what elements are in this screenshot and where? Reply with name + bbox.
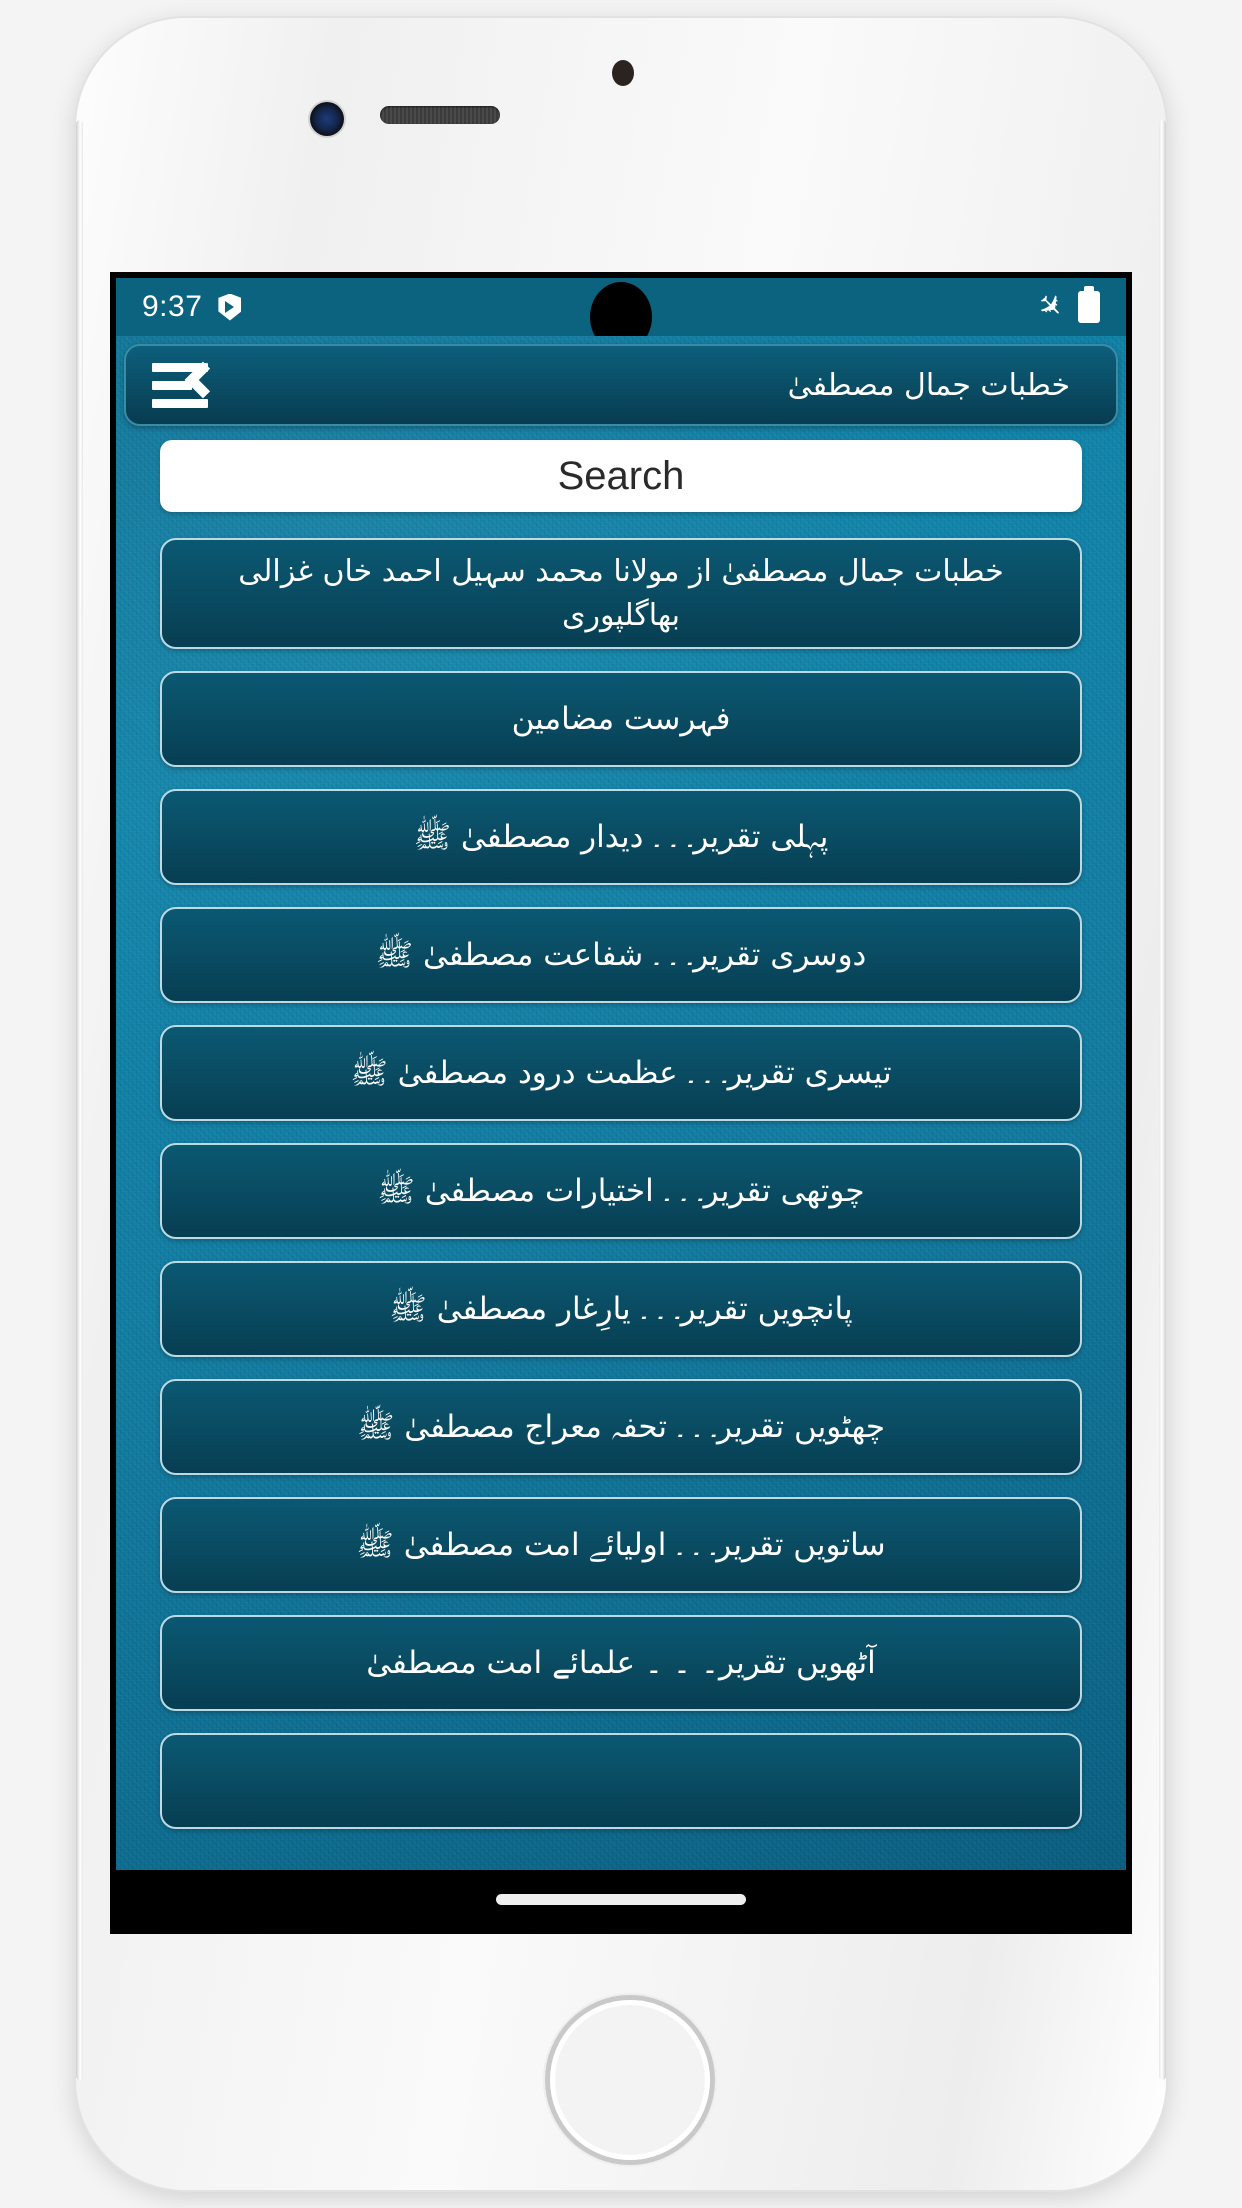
list-item-label: خطبات جمال مصطفیٰ از مولانا محمد سہیل اح…	[238, 554, 1004, 633]
list-item[interactable]: خطبات جمال مصطفیٰ از مولانا محمد سہیل اح…	[160, 538, 1082, 649]
home-gesture-pill[interactable]	[496, 1893, 746, 1905]
drawer-menu-open-icon[interactable]	[152, 361, 222, 409]
list-item-label: آٹھویں تقریر۔ ۔ ۔ علمائے امت مصطفیٰ	[366, 1644, 876, 1681]
status-bar-time: 9:37	[142, 290, 203, 323]
airplane-mode-icon: ✈	[1029, 286, 1071, 328]
phone-screen: 9:37 ✈ خطبات جمال مصطفیٰ Search خطبات جم…	[110, 272, 1132, 1934]
phone-right-edge	[1159, 120, 1166, 2080]
list-item-label: پانچویں تقریر۔ ۔ ۔ یارِغار مصطفیٰ ﷺ	[389, 1290, 853, 1327]
app-bar: خطبات جمال مصطفیٰ	[124, 344, 1118, 426]
list-item-label: ساتویں تقریر۔ ۔ ۔ اولیائے امت مصطفیٰ ﷺ	[356, 1526, 886, 1563]
list-item-label: چوتھی تقریر۔ ۔ ۔ اختیارات مصطفیٰ ﷺ	[377, 1172, 865, 1209]
list-item[interactable]: چوتھی تقریر۔ ۔ ۔ اختیارات مصطفیٰ ﷺ	[160, 1143, 1082, 1239]
list-item[interactable]: پانچویں تقریر۔ ۔ ۔ یارِغار مصطفیٰ ﷺ	[160, 1261, 1082, 1357]
list-item[interactable]: آٹھویں تقریر۔ ۔ ۔ علمائے امت مصطفیٰ	[160, 1615, 1082, 1711]
screenshot-stage: 9:37 ✈ خطبات جمال مصطفیٰ Search خطبات جم…	[0, 0, 1242, 2208]
list-item[interactable]: تیسری تقریر۔ ۔ ۔ عظمت درود مصطفیٰ ﷺ	[160, 1025, 1082, 1121]
battery-full-icon	[1078, 286, 1100, 323]
list-item[interactable]: دوسری تقریر۔ ۔ ۔ شفاعت مصطفیٰ ﷺ	[160, 907, 1082, 1003]
list-item-label: تیسری تقریر۔ ۔ ۔ عظمت درود مصطفیٰ ﷺ	[350, 1054, 892, 1091]
earpiece-speaker-icon	[380, 106, 500, 124]
list-item[interactable]: چھٹویں تقریر۔ ۔ ۔ تحفہ معراج مصطفیٰ ﷺ	[160, 1379, 1082, 1475]
proximity-sensor-icon	[612, 60, 634, 86]
list-item[interactable]: پہلی تقریر۔ ۔ ۔ دیدار مصطفیٰ ﷺ	[160, 789, 1082, 885]
phone-left-edge	[76, 120, 83, 2080]
page-title: خطبات جمال مصطفیٰ	[787, 367, 1070, 403]
search-input[interactable]	[160, 440, 1082, 512]
shield-play-icon	[218, 293, 242, 321]
status-bar: 9:37 ✈	[116, 278, 1126, 352]
list-item-label: پہلی تقریر۔ ۔ ۔ دیدار مصطفیٰ ﷺ	[413, 818, 829, 855]
list-item-partial[interactable]	[160, 1733, 1082, 1829]
list-item[interactable]: فہرست مضامین	[160, 671, 1082, 767]
list-item-label: چھٹویں تقریر۔ ۔ ۔ تحفہ معراج مصطفیٰ ﷺ	[356, 1408, 886, 1445]
system-navigation-bar	[116, 1870, 1126, 1928]
content-scroll-area[interactable]: خطبات جمال مصطفیٰ از مولانا محمد سہیل اح…	[116, 426, 1126, 1870]
list-item[interactable]: ساتویں تقریر۔ ۔ ۔ اولیائے امت مصطفیٰ ﷺ	[160, 1497, 1082, 1593]
home-button[interactable]	[544, 1994, 716, 2166]
list-item-label: فہرست مضامین	[511, 700, 731, 737]
list-item-label: دوسری تقریر۔ ۔ ۔ شفاعت مصطفیٰ ﷺ	[375, 936, 867, 973]
app-content-area: خطبات جمال مصطفیٰ خطبات جمال مصطفیٰ از م…	[116, 336, 1126, 1870]
front-camera-icon	[310, 102, 344, 136]
